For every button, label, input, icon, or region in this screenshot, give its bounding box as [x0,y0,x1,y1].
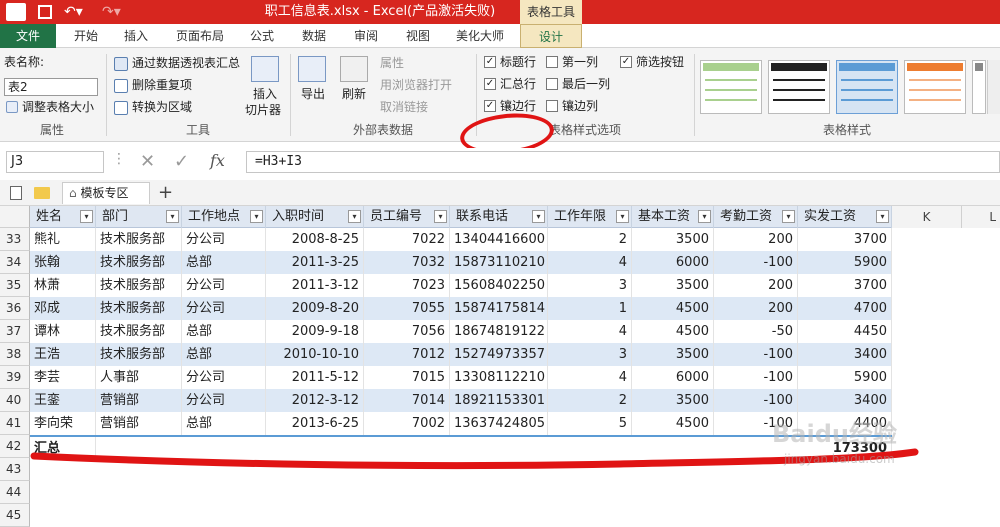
tab-page-layout[interactable]: 页面布局 [168,24,232,48]
folder-icon[interactable] [34,187,50,199]
banded-columns-label: 镶边列 [562,99,599,113]
formula-buttons: ⋮ ✕ ✓ fx [112,151,240,173]
pivot-icon [114,57,128,71]
convert-range-icon [114,101,128,115]
table-name-input[interactable]: 表2 [4,78,98,96]
ribbon: 表名称: 表2 调整表格大小 属性 通过数据透视表汇总 删除重复项 转换为区域 … [0,48,1000,159]
name-box[interactable]: J3 [6,151,104,173]
excel-app-icon: X [6,3,26,21]
tab-beautify[interactable]: 美化大师 [448,24,512,48]
row-header[interactable]: 38 [0,343,30,366]
cancel-icon[interactable]: ✕ [140,151,155,172]
more-icon: ⋮ [112,151,126,167]
row-header[interactable]: 42 [0,435,30,458]
resize-table-icon [6,101,18,113]
window-title: 职工信息表.xlsx - Excel(产品激活失败) [264,4,496,19]
template-zone-label: 模板专区 [80,186,129,200]
convert-to-range-button[interactable]: 转换为区域 [132,99,192,115]
row-header[interactable]: 39 [0,366,30,389]
enter-icon[interactable]: ✓ [174,151,189,172]
table-tools-context-label: 表格工具 [520,0,582,24]
refresh-icon [340,56,368,82]
row-header[interactable]: 40 [0,389,30,412]
banded-columns-checkbox[interactable] [546,100,558,112]
remove-duplicates-button[interactable]: 删除重复项 [132,77,192,93]
table-style-green[interactable] [700,60,762,114]
add-tab-button[interactable]: + [158,182,173,203]
table-style-black[interactable] [768,60,830,114]
refresh-button[interactable]: 刷新 [342,86,366,102]
remove-duplicates-icon [114,79,128,93]
tab-data[interactable]: 数据 [292,24,336,48]
tab-review[interactable]: 审阅 [344,24,388,48]
group-label-external: 外部表数据 [352,123,413,137]
filter-button-checkbox[interactable]: ✓ [620,56,632,68]
last-column-label: 最后一列 [562,77,611,91]
export-button[interactable]: 导出 [301,86,325,102]
row-header[interactable]: 35 [0,274,30,297]
baidu-watermark: Baidu经验 [772,420,897,448]
ribbon-tabs: 文件 开始 插入 页面布局 公式 数据 审阅 视图 美化大师 设计 [0,24,1000,48]
row-header[interactable]: 33 [0,228,30,251]
resize-table-button[interactable]: 调整表格大小 [22,99,94,115]
filter-button-label: 筛选按钮 [636,55,685,69]
export-icon [298,56,326,82]
group-label-tools: 工具 [185,123,210,137]
first-column-label: 第一列 [562,55,599,69]
tab-insert[interactable]: 插入 [114,24,158,48]
unlink-button[interactable]: 取消链接 [380,99,428,115]
first-column-checkbox[interactable] [546,56,558,68]
tab-home[interactable]: 开始 [64,24,108,48]
table-style-partial[interactable] [972,60,986,114]
document-tabs: ⌂ 模板专区 + [0,180,1000,206]
insert-slicer-label-1[interactable]: 插入 [253,86,277,102]
row-header[interactable]: 37 [0,320,30,343]
properties-button[interactable]: 属性 [380,55,404,71]
table-style-blue-selected[interactable] [836,60,898,114]
summarize-pivot-button[interactable]: 通过数据透视表汇总 [132,55,240,71]
header-row-checkbox[interactable]: ✓ [484,56,496,68]
row-header[interactable]: 34 [0,251,30,274]
tab-view[interactable]: 视图 [396,24,440,48]
banded-rows-checkbox[interactable]: ✓ [484,100,496,112]
table-name-label: 表名称: [4,55,45,69]
spreadsheet-grid: 姓名 ▾ 部门 ▾ 工作地点 ▾ 入职时间 ▾ 员工编号 ▾ 联系电话 ▾ 工作年限 ▾ 基本工资 ▾ 考勤工资… [0,206,1000,527]
row-header[interactable]: 36 [0,297,30,320]
table-style-orange[interactable] [904,60,966,114]
title-bar: X ↶▾ ↷▾ 职工信息表.xlsx - Excel(产品激活失败) 表格工具 [0,0,1000,24]
header-row-label: 标题行 [500,55,537,69]
row-header[interactable]: 41 [0,412,30,435]
baidu-watermark-url: jingyan.baidu.com [784,452,895,466]
total-row-checkbox[interactable]: ✓ [484,78,496,90]
function-icon[interactable]: fx [210,151,225,170]
group-label-table-styles: 表格样式 [822,123,871,137]
total-row-label: 汇总行 [500,77,537,91]
tab-formulas[interactable]: 公式 [240,24,284,48]
home-icon: ⌂ [69,186,81,200]
redo-icon[interactable]: ↷▾ [102,3,121,21]
styles-gallery-scroll[interactable] [987,60,1000,114]
save-icon[interactable] [38,5,52,19]
banded-rows-label: 镶边行 [500,99,537,113]
new-document-icon[interactable] [10,186,22,200]
group-label-properties: 属性 [39,123,64,137]
slicer-icon [251,56,279,82]
insert-slicer-label-2[interactable]: 切片器 [245,102,281,118]
formula-input[interactable]: =H3+I3 [246,151,1000,173]
tab-template-zone[interactable]: ⌂ 模板专区 [62,182,150,204]
last-column-checkbox[interactable] [546,78,558,90]
undo-icon[interactable]: ↶▾ [64,3,83,21]
tab-design[interactable]: 设计 [520,24,582,48]
open-in-browser-button[interactable]: 用浏览器打开 [380,77,452,93]
formula-bar: J3 ⋮ ✕ ✓ fx =H3+I3 [0,148,1000,178]
row-header[interactable]: 45 [0,504,30,527]
row-header[interactable]: 43 [0,458,30,481]
tab-file[interactable]: 文件 [0,24,56,48]
